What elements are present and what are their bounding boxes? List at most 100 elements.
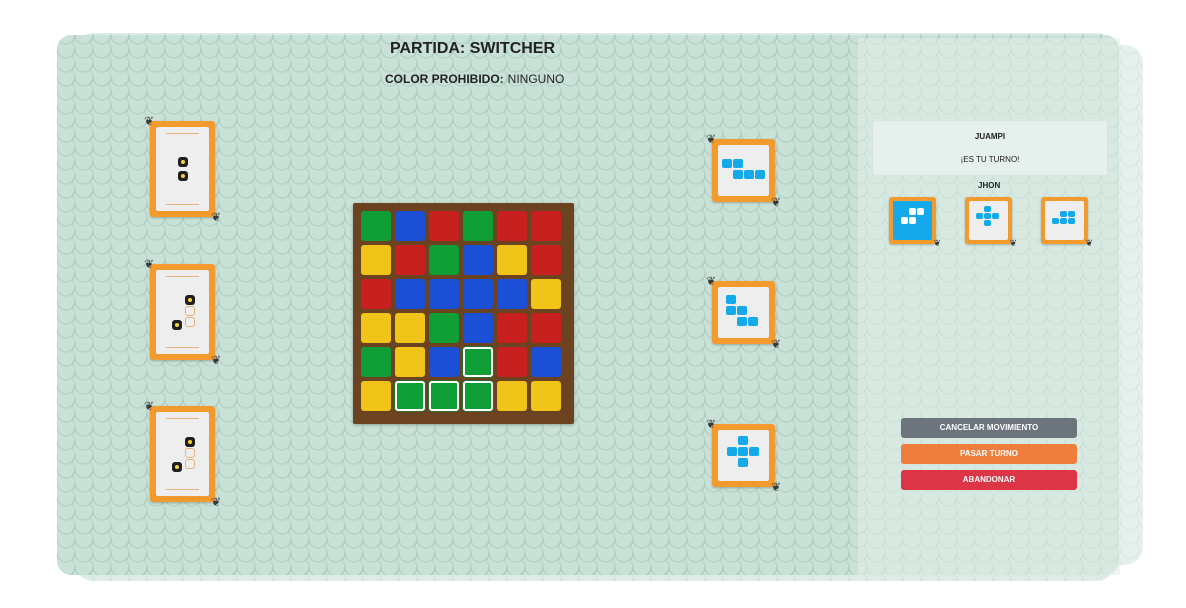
board-tile-green[interactable]: [361, 211, 391, 241]
turn-message: ¡ES TU TURNO!: [960, 155, 1020, 164]
ornament-icon: ❦: [1085, 238, 1093, 248]
cancel-move-button[interactable]: CANCELAR MOVIMIENTO: [901, 418, 1077, 438]
board-tile-red[interactable]: [497, 211, 527, 241]
figure-tile-icon: [984, 206, 991, 212]
board-tile-green[interactable]: [395, 381, 425, 411]
figure-tile-icon: [726, 306, 736, 315]
forbidden-color-label: COLOR PROHIBIDO:: [385, 72, 504, 86]
board-tile-green[interactable]: [463, 381, 493, 411]
board-tile-yellow[interactable]: [361, 313, 391, 343]
figure-tile-icon: [1060, 211, 1067, 217]
forbidden-color: COLOR PROHIBIDO: NINGUNO: [385, 72, 564, 86]
figure-tile-icon: [984, 213, 991, 219]
figure-tile-icon: [1068, 218, 1075, 224]
card-face: [893, 201, 932, 240]
card-face: [718, 430, 769, 481]
figure-tile-icon: [722, 159, 732, 168]
figure-tile-icon: [909, 217, 916, 224]
board-tile-green[interactable]: [429, 381, 459, 411]
figure-tile-icon: [1052, 218, 1059, 224]
figure-card[interactable]: ❦ ❦: [706, 418, 781, 493]
opponent-figure-card[interactable]: ❦: [889, 197, 941, 248]
figure-tile-icon: [737, 317, 747, 326]
turn-info-box: JUAMPI ¡ES TU TURNO!: [872, 120, 1108, 176]
board-tile-yellow[interactable]: [395, 313, 425, 343]
ornament-icon: ❦: [933, 238, 941, 248]
movement-dot-icon: [185, 437, 195, 447]
ornament-icon: ❦: [706, 274, 717, 288]
movement-card[interactable]: ❦ ❦: [144, 115, 221, 223]
figure-tile-icon: [733, 170, 743, 179]
board-tile-yellow[interactable]: [361, 245, 391, 275]
board-grid: [361, 211, 566, 416]
ornament-icon: ❦: [210, 353, 221, 367]
board-tile-red[interactable]: [429, 211, 459, 241]
figure-tile-icon: [909, 208, 916, 215]
movement-card[interactable]: ❦ ❦: [144, 258, 221, 366]
board-tile-green[interactable]: [463, 211, 493, 241]
board-tile-red[interactable]: [531, 245, 561, 275]
board-tile-blue[interactable]: [429, 347, 459, 377]
card-face: [156, 412, 209, 496]
movement-dot-icon: [178, 157, 188, 167]
board-tile-yellow[interactable]: [531, 381, 561, 411]
ornament-icon: ❦: [770, 195, 781, 209]
board-tile-red[interactable]: [361, 279, 391, 309]
board-tile-blue[interactable]: [463, 245, 493, 275]
figure-tile-icon: [726, 295, 736, 304]
movement-card[interactable]: ❦ ❦: [144, 400, 221, 508]
movement-path-icon: [185, 459, 195, 469]
board-tile-green[interactable]: [463, 347, 493, 377]
board-tile-green[interactable]: [361, 347, 391, 377]
card-face: [718, 287, 769, 338]
ornament-icon: ❦: [144, 114, 155, 128]
game-board: [353, 203, 574, 424]
movement-path-icon: [185, 317, 195, 327]
opponent-figure-card[interactable]: ❦: [965, 197, 1017, 248]
figure-tile-icon: [738, 447, 748, 456]
board-tile-blue[interactable]: [429, 279, 459, 309]
movement-path-icon: [185, 306, 195, 316]
game-title: PARTIDA: SWITCHER: [390, 40, 556, 57]
figure-tile-icon: [749, 447, 759, 456]
board-tile-blue[interactable]: [463, 313, 493, 343]
opponent-player-name: JHON: [978, 181, 1001, 190]
figure-card[interactable]: ❦ ❦: [706, 133, 781, 208]
opponent-figure-card[interactable]: ❦: [1041, 197, 1093, 248]
side-panel: [858, 38, 1120, 575]
board-tile-red[interactable]: [531, 313, 561, 343]
board-tile-red[interactable]: [497, 313, 527, 343]
ornament-icon: ❦: [706, 417, 717, 431]
board-tile-red[interactable]: [531, 211, 561, 241]
board-tile-yellow[interactable]: [531, 279, 561, 309]
ornament-icon: ❦: [144, 399, 155, 413]
board-tile-yellow[interactable]: [395, 347, 425, 377]
figure-tile-icon: [917, 208, 924, 215]
pass-turn-button[interactable]: PASAR TURNO: [901, 444, 1077, 464]
board-tile-yellow[interactable]: [497, 381, 527, 411]
board-tile-yellow[interactable]: [497, 245, 527, 275]
figure-tile-icon: [744, 170, 754, 179]
card-face: [969, 201, 1008, 240]
figure-card[interactable]: ❦ ❦: [706, 275, 781, 350]
board-tile-green[interactable]: [429, 313, 459, 343]
figure-tile-icon: [733, 159, 743, 168]
abandon-button[interactable]: ABANDONAR: [901, 470, 1077, 490]
board-tile-yellow[interactable]: [361, 381, 391, 411]
figure-tile-icon: [755, 170, 765, 179]
board-tile-red[interactable]: [497, 347, 527, 377]
board-tile-red[interactable]: [395, 245, 425, 275]
figure-tile-icon: [737, 306, 747, 315]
forbidden-color-value: NINGUNO: [507, 72, 565, 86]
board-tile-blue[interactable]: [395, 211, 425, 241]
board-tile-blue[interactable]: [531, 347, 561, 377]
board-tile-blue[interactable]: [395, 279, 425, 309]
ornament-icon: ❦: [210, 495, 221, 509]
card-face: [1045, 201, 1084, 240]
board-tile-blue[interactable]: [463, 279, 493, 309]
figure-tile-icon: [727, 447, 737, 456]
ornament-icon: ❦: [210, 210, 221, 224]
board-tile-green[interactable]: [429, 245, 459, 275]
board-tile-blue[interactable]: [497, 279, 527, 309]
ornament-icon: ❦: [1009, 238, 1017, 248]
